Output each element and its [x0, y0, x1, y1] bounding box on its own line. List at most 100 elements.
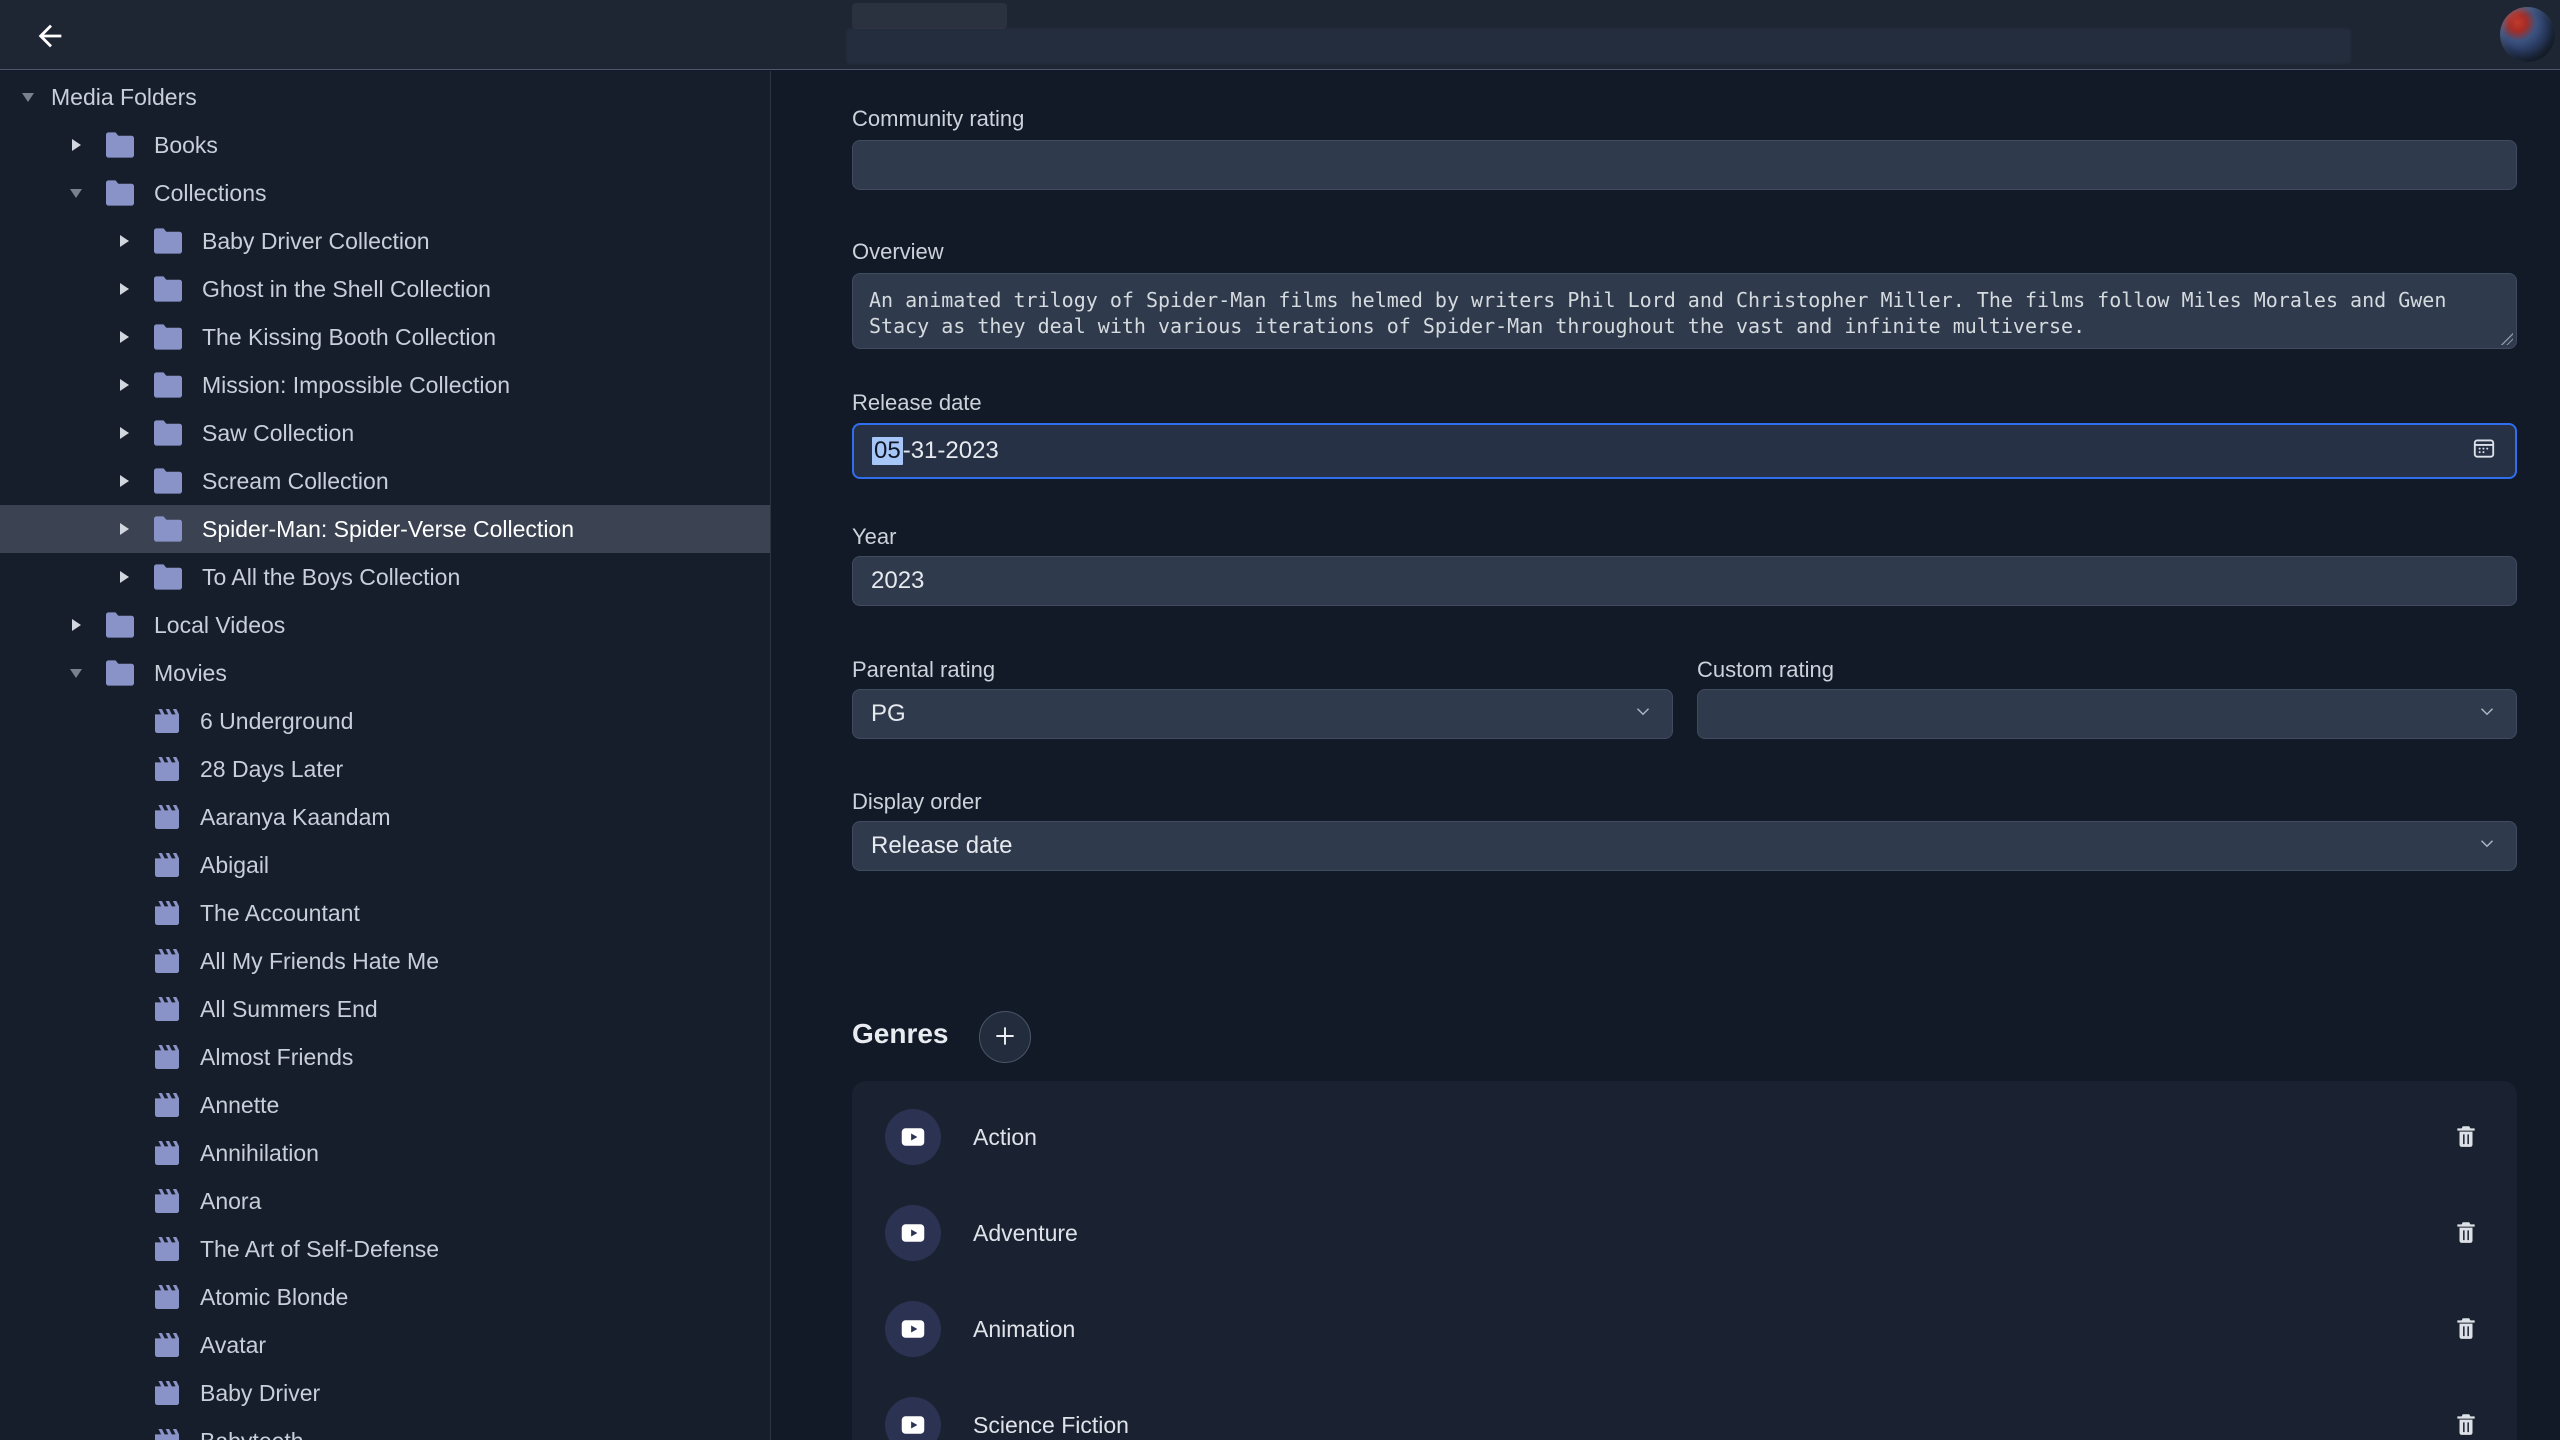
plus-icon — [992, 1023, 1018, 1052]
movie-icon — [151, 754, 183, 784]
tree-item-to-all-the-boys-collection[interactable]: To All the Boys Collection — [0, 553, 770, 601]
display-order-select[interactable]: Release date — [852, 821, 2517, 871]
date-selected-segment: 05 — [872, 437, 903, 465]
genre-row-science-fiction[interactable]: Science Fiction — [852, 1397, 2517, 1440]
folder-icon — [151, 563, 185, 591]
movie-icon — [151, 1378, 183, 1408]
release-date-input[interactable]: 05-31-2023 — [852, 423, 2517, 479]
trash-icon — [2453, 1123, 2479, 1152]
genre-video-icon — [885, 1205, 941, 1261]
delete-genre-button[interactable] — [2451, 1218, 2481, 1248]
tree-item-abigail[interactable]: Abigail — [0, 841, 770, 889]
tree-item-babyteeth[interactable]: Babyteeth — [0, 1417, 770, 1440]
tree-item-label: 6 Underground — [200, 708, 353, 735]
textarea-resize-handle[interactable] — [2501, 333, 2513, 345]
genre-name: Animation — [973, 1316, 1075, 1343]
overview-textarea[interactable]: An animated trilogy of Spider-Man films … — [852, 273, 2517, 349]
user-avatar[interactable] — [2500, 7, 2555, 62]
back-button[interactable] — [30, 17, 70, 57]
tree-item-6-underground[interactable]: 6 Underground — [0, 697, 770, 745]
movie-icon — [151, 802, 183, 832]
tree-item-annette[interactable]: Annette — [0, 1081, 770, 1129]
folder-icon — [151, 419, 185, 447]
media-folders-tree: Media Folders Books Collections Baby Driver… — [0, 71, 771, 1440]
tree-item-baby-driver-collection[interactable]: Baby Driver Collection — [0, 217, 770, 265]
expand-arrow-icon[interactable] — [120, 235, 129, 247]
tree-item-atomic-blonde[interactable]: Atomic Blonde — [0, 1273, 770, 1321]
custom-rating-label: Custom rating — [1697, 657, 1834, 683]
tree-item-saw-collection[interactable]: Saw Collection — [0, 409, 770, 457]
folder-icon — [103, 659, 137, 687]
tree-item-spider-man-spider-verse-collection[interactable]: Spider-Man: Spider-Verse Collection — [0, 505, 770, 553]
add-genre-button[interactable] — [979, 1011, 1031, 1063]
tree-item-label: Atomic Blonde — [200, 1284, 348, 1311]
tree-item-label: Collections — [154, 180, 267, 207]
expand-arrow-icon[interactable] — [120, 283, 129, 295]
tree-item-mission-impossible-collection[interactable]: Mission: Impossible Collection — [0, 361, 770, 409]
folder-icon — [151, 467, 185, 495]
tree-item-baby-driver[interactable]: Baby Driver — [0, 1369, 770, 1417]
year-input[interactable]: 2023 — [852, 556, 2517, 606]
tree-item-label: Saw Collection — [202, 420, 354, 447]
tree-item-local-videos[interactable]: Local Videos — [0, 601, 770, 649]
tree-item-avatar[interactable]: Avatar — [0, 1321, 770, 1369]
tree-item-the-accountant[interactable]: The Accountant — [0, 889, 770, 937]
tree-item-aaranya-kaandam[interactable]: Aaranya Kaandam — [0, 793, 770, 841]
tree-item-all-summers-end[interactable]: All Summers End — [0, 985, 770, 1033]
parental-rating-select[interactable]: PG — [852, 689, 1673, 739]
tree-item-label: Avatar — [200, 1332, 266, 1359]
tree-item-books[interactable]: Books — [0, 121, 770, 169]
tree-item-the-art-of-self-defense[interactable]: The Art of Self-Defense — [0, 1225, 770, 1273]
expand-arrow-icon[interactable] — [120, 331, 129, 343]
release-date-label: Release date — [852, 390, 982, 416]
tree-item-label: Spider-Man: Spider-Verse Collection — [202, 516, 574, 543]
folder-icon — [103, 131, 137, 159]
tree-item-almost-friends[interactable]: Almost Friends — [0, 1033, 770, 1081]
expand-arrow-icon[interactable] — [120, 571, 129, 583]
calendar-icon[interactable] — [2471, 435, 2497, 468]
movie-icon — [151, 1330, 183, 1360]
custom-rating-select[interactable] — [1697, 689, 2517, 739]
folder-icon — [103, 179, 137, 207]
community-rating-input[interactable] — [852, 140, 2517, 190]
collapse-arrow-icon[interactable] — [22, 93, 34, 102]
tree-item-collections[interactable]: Collections — [0, 169, 770, 217]
tree-item-label: The Kissing Booth Collection — [202, 324, 496, 351]
genre-row-adventure[interactable]: Adventure — [852, 1205, 2517, 1261]
tree-item-ghost-in-the-shell-collection[interactable]: Ghost in the Shell Collection — [0, 265, 770, 313]
tree-item-all-my-friends-hate-me[interactable]: All My Friends Hate Me — [0, 937, 770, 985]
tree-item-label: Media Folders — [51, 84, 197, 111]
expand-arrow-icon[interactable] — [120, 379, 129, 391]
genres-heading: Genres — [852, 1018, 949, 1050]
tree-item-media-folders[interactable]: Media Folders — [0, 73, 770, 121]
year-label: Year — [852, 524, 896, 550]
tree-item-28-days-later[interactable]: 28 Days Later — [0, 745, 770, 793]
tree-item-annihilation[interactable]: Annihilation — [0, 1129, 770, 1177]
expand-arrow-icon[interactable] — [120, 523, 129, 535]
delete-genre-button[interactable] — [2451, 1314, 2481, 1344]
delete-genre-button[interactable] — [2451, 1410, 2481, 1440]
tree-item-label: All Summers End — [200, 996, 378, 1023]
tree-item-label: Aaranya Kaandam — [200, 804, 391, 831]
genre-row-action[interactable]: Action — [852, 1109, 2517, 1165]
collapse-arrow-icon[interactable] — [70, 669, 82, 678]
tree-item-label: To All the Boys Collection — [202, 564, 460, 591]
tree-item-anora[interactable]: Anora — [0, 1177, 770, 1225]
tree-item-scream-collection[interactable]: Scream Collection — [0, 457, 770, 505]
collapse-arrow-icon[interactable] — [70, 189, 82, 198]
tree-item-movies[interactable]: Movies — [0, 649, 770, 697]
movie-icon — [151, 898, 183, 928]
arrow-left-icon — [33, 19, 67, 56]
genre-row-animation[interactable]: Animation — [852, 1301, 2517, 1357]
tree-item-label: 28 Days Later — [200, 756, 343, 783]
expand-arrow-icon[interactable] — [72, 619, 81, 631]
tree-item-label: Movies — [154, 660, 227, 687]
movie-icon — [151, 946, 183, 976]
expand-arrow-icon[interactable] — [120, 427, 129, 439]
tree-item-label: All My Friends Hate Me — [200, 948, 439, 975]
expand-arrow-icon[interactable] — [72, 139, 81, 151]
tree-item-label: Annette — [200, 1092, 279, 1119]
tree-item-the-kissing-booth-collection[interactable]: The Kissing Booth Collection — [0, 313, 770, 361]
delete-genre-button[interactable] — [2451, 1122, 2481, 1152]
expand-arrow-icon[interactable] — [120, 475, 129, 487]
